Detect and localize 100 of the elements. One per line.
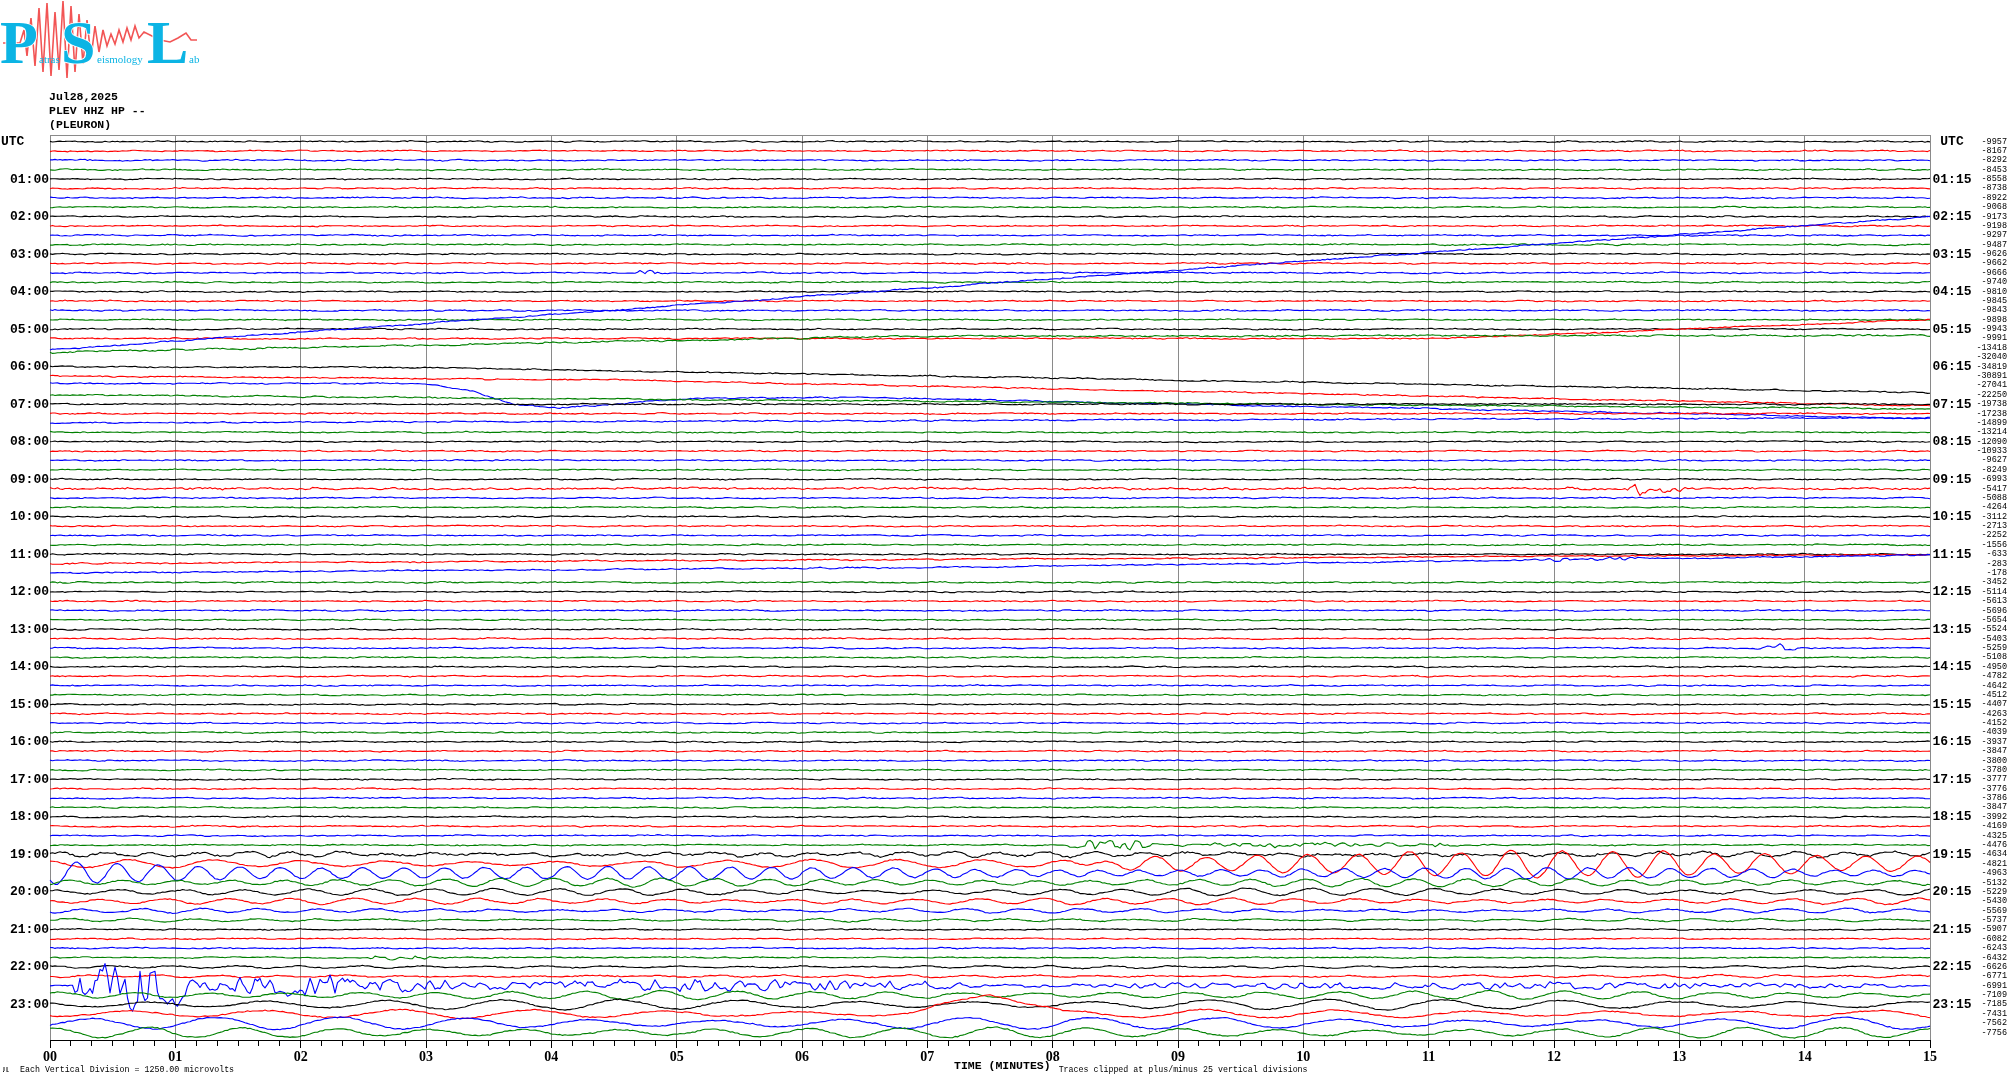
minute-tick-label: 15 (1923, 1048, 1937, 1062)
time-label: 11:15 (1932, 546, 1972, 562)
trace-value: -6082 (1981, 933, 2007, 944)
minute-tick-label: 04 (544, 1048, 559, 1062)
trace-value: -5132 (1981, 877, 2007, 888)
time-label: 05:00 (10, 321, 49, 337)
trace-value: -9666 (1981, 267, 2007, 278)
trace-value: -5524 (1981, 624, 2007, 635)
trace-value: -9991 (1981, 333, 2007, 344)
trace-value: -9740 (1981, 277, 2007, 288)
trace-value: -8922 (1981, 192, 2007, 203)
trace-value: -7109 (1981, 990, 2007, 1001)
trace-value: -7185 (1981, 999, 2007, 1010)
trace-value: -283 (1986, 558, 2007, 569)
trace-value: -17238 (1976, 408, 2007, 419)
time-label: 12:00 (10, 584, 49, 600)
trace-value: -3847 (1981, 746, 2007, 757)
trace-value: -5417 (1981, 483, 2007, 494)
trace-value: -7756 (1981, 1027, 2007, 1038)
trace-value: -6993 (1981, 474, 2007, 485)
clip-note: Traces clipped at plus/minus 25 vertical divisions (1058, 1064, 1308, 1075)
scale-note: Each Vertical Division = 1250.00 microvolts (20, 1064, 235, 1075)
trace-value: -4634 (1981, 849, 2007, 860)
trace-value: -5259 (1981, 643, 2007, 653)
time-label: 12:15 (1932, 584, 1972, 600)
trace-value: -178 (1986, 568, 2007, 578)
minute-tick-label: 07 (920, 1048, 935, 1062)
time-label: 22:00 (10, 959, 49, 975)
time-label: 19:00 (10, 846, 49, 862)
trace-value: -19738 (1976, 399, 2007, 410)
trace-value: -9898 (1981, 314, 2007, 325)
minute-tick-label: 03 (419, 1048, 433, 1062)
trace-value: -32040 (1976, 352, 2007, 363)
date-text: Jul28,2025 (49, 90, 118, 103)
time-label: 10:15 (1932, 509, 1972, 525)
trace-value: -9198 (1981, 220, 2007, 231)
logo-text: atras (39, 53, 60, 65)
trace-value: -4950 (1981, 661, 2007, 672)
time-label: 05:15 (1932, 321, 1972, 337)
small-mark-icon (3, 1067, 9, 1072)
time-label: 20:15 (1932, 884, 1972, 900)
logo-letter: S (61, 8, 96, 76)
trace-value: -22250 (1976, 389, 2007, 400)
time-label: 01:00 (10, 171, 49, 187)
minute-tick-label: 01 (168, 1048, 183, 1062)
logo-text: eismology (97, 53, 143, 65)
trace-value: -5737 (1981, 915, 2007, 926)
trace-value: -4642 (1981, 680, 2007, 691)
trace-value: -633 (1986, 549, 2007, 560)
time-label: 06:15 (1932, 359, 1972, 375)
time-label: UTC (1, 134, 25, 149)
trace-value: -6243 (1981, 943, 2007, 954)
trace-value: -8292 (1981, 155, 2007, 166)
trace-value: -3847 (1981, 802, 2007, 813)
trace-value: -7431 (1981, 1008, 2007, 1019)
location-text: (PLEURON) (49, 118, 112, 131)
trace-value: -5569 (1981, 905, 2007, 916)
time-label: 06:00 (10, 359, 49, 375)
trace-value: -9957 (1981, 136, 2007, 147)
minute-tick-label: 00 (43, 1048, 57, 1062)
trace-value: -4169 (1981, 821, 2007, 832)
trace-value: -4264 (1981, 502, 2007, 513)
trace-value: -3780 (1981, 764, 2007, 775)
time-label: 14:00 (10, 659, 49, 675)
trace-value: -9068 (1981, 202, 2007, 213)
trace-value: -4263 (1981, 708, 2007, 719)
trace-value: -8738 (1981, 183, 2007, 194)
trace-value: -4407 (1981, 699, 2007, 710)
trace-value: -13418 (1976, 342, 2007, 353)
trace-value: -13214 (1976, 427, 2007, 438)
trace-value: -3786 (1981, 793, 2007, 804)
trace-value: -9943 (1981, 324, 2007, 335)
minute-tick-label: 11 (1422, 1048, 1436, 1062)
time-label: 08:00 (10, 434, 49, 450)
trace-value: -9810 (1981, 286, 2007, 297)
trace-value: -14899 (1976, 417, 2007, 428)
trace-value: -4476 (1981, 840, 2007, 850)
trace-value: -27041 (1976, 380, 2007, 391)
trace-value: -5430 (1981, 896, 2007, 907)
time-label: 18:00 (10, 809, 49, 825)
trace-value: -2252 (1981, 530, 2007, 541)
time-label: UTC (1940, 134, 1964, 149)
trace-value: -6991 (1981, 980, 2007, 991)
time-label: 02:15 (1932, 209, 1972, 225)
logo-text: ab (189, 53, 200, 65)
time-label: 11:00 (10, 546, 49, 562)
trace-value: -4512 (1981, 689, 2007, 700)
time-label: 19:15 (1932, 846, 1972, 862)
trace-value: -5088 (1981, 492, 2007, 503)
time-label: 10:00 (10, 509, 49, 525)
trace-value: -3937 (1981, 736, 2007, 747)
time-label: 04:00 (10, 284, 49, 300)
trace-value: -5613 (1981, 596, 2007, 607)
trace-value: -2713 (1981, 521, 2007, 532)
minute-tick-label: 05 (669, 1048, 684, 1062)
time-label: 07:00 (10, 396, 49, 412)
minute-tick-label: 02 (293, 1048, 308, 1062)
time-label: 21:00 (10, 921, 49, 937)
trace-value: -3777 (1981, 774, 2007, 785)
time-label: 02:00 (10, 209, 49, 225)
